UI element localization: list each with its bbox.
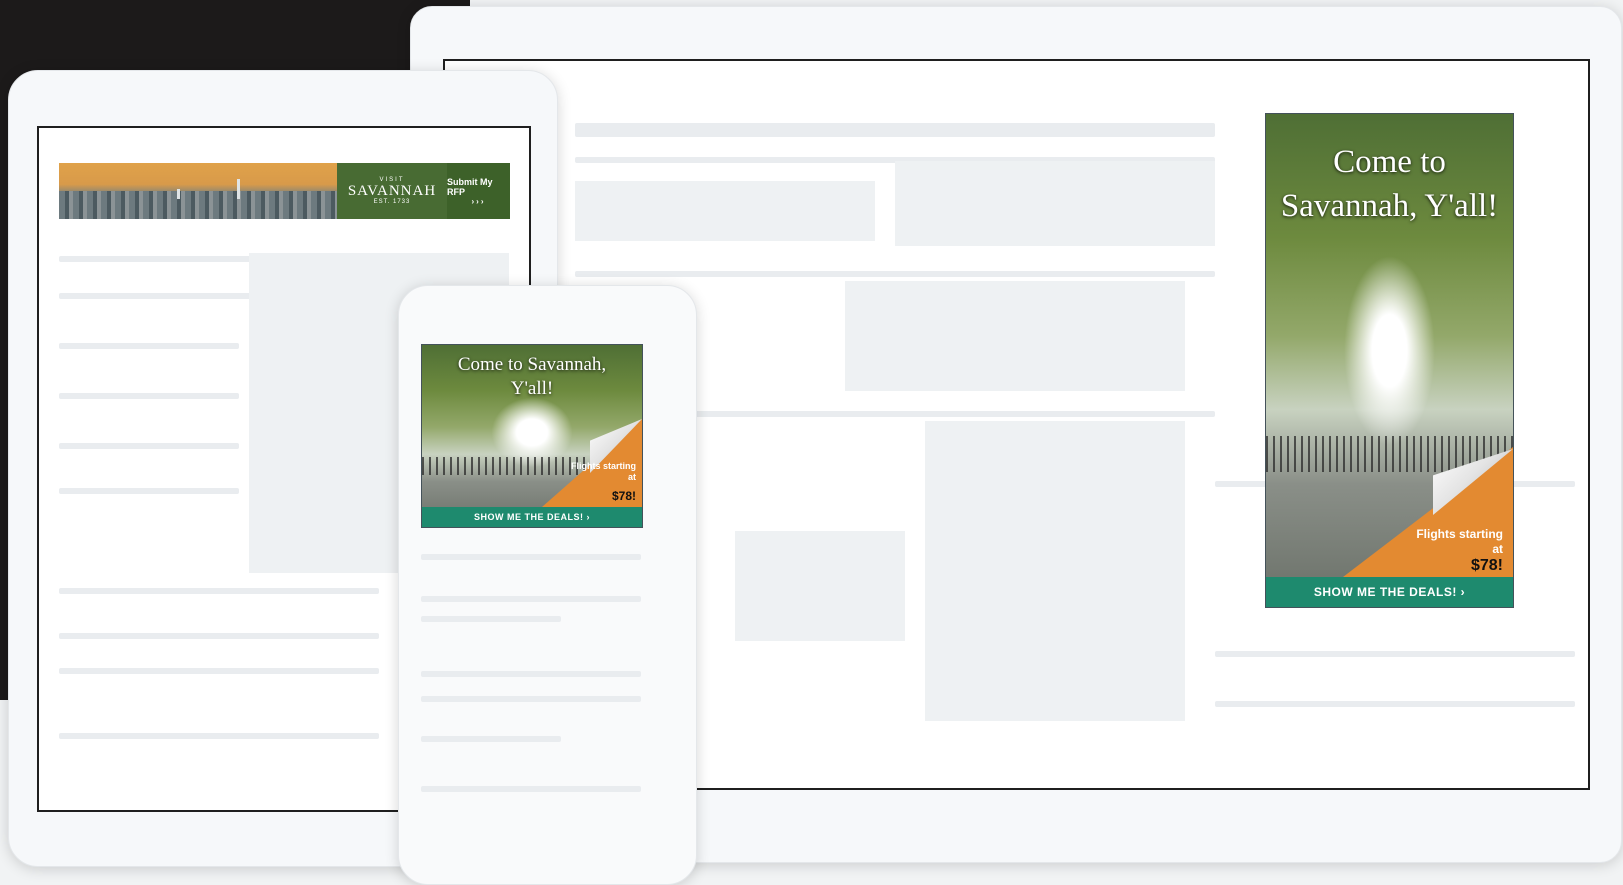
content-placeholder: [59, 488, 239, 494]
ad-skyscraper[interactable]: Come to Savannah, Y'all! Flights startin…: [1265, 113, 1514, 608]
church-spire: [177, 189, 180, 199]
phone-device: Come to Savannah, Y'all! Flights startin…: [398, 285, 697, 885]
price-label: $78!: [611, 489, 636, 503]
submit-rfp-button[interactable]: Submit My RFP ›››: [447, 163, 510, 219]
content-placeholder: [59, 443, 239, 449]
content-placeholder: [421, 554, 641, 560]
price-label: $78!: [1470, 557, 1503, 574]
church-spire: [237, 179, 240, 199]
flights-label: Flights starting at: [571, 461, 636, 482]
content-placeholder: [59, 733, 379, 739]
content-placeholder: [421, 596, 641, 602]
logo-name-text: SAVANNAH: [347, 183, 437, 199]
content-placeholder: [925, 421, 1185, 721]
content-placeholder: [59, 393, 239, 399]
content-placeholder: [59, 668, 379, 674]
content-placeholder: [735, 531, 905, 641]
content-placeholder: [575, 181, 875, 241]
content-placeholder: [421, 671, 641, 677]
content-placeholder: [1215, 701, 1575, 707]
flights-label: Flights starting at: [1416, 527, 1503, 556]
content-placeholder: [895, 161, 1215, 246]
ad-leaderboard[interactable]: VISIT SAVANNAH EST. 1733 Submit My RFP ›…: [59, 163, 510, 219]
content-placeholder: [421, 616, 561, 622]
ad-headline: Come to Savannah, Y'all!: [457, 354, 607, 399]
skyline-graphic: [59, 191, 337, 219]
content-placeholder: [845, 281, 1185, 391]
content-placeholder: [59, 588, 379, 594]
chevron-right-icon: ›››: [471, 196, 486, 206]
content-placeholder: [421, 736, 561, 742]
ad-medium-rectangle[interactable]: Come to Savannah, Y'all! Flights startin…: [421, 344, 643, 528]
ad-headline: Come to Savannah, Y'all!: [1280, 144, 1499, 224]
show-deals-button[interactable]: SHOW ME THE DEALS! ›: [422, 507, 642, 527]
visit-savannah-logo: VISIT SAVANNAH EST. 1733: [337, 163, 447, 219]
content-placeholder: [1215, 651, 1575, 657]
content-placeholder: [575, 123, 1215, 137]
content-placeholder: [59, 343, 239, 349]
content-placeholder: [59, 633, 379, 639]
show-deals-button[interactable]: SHOW ME THE DEALS! ›: [1266, 577, 1513, 607]
content-placeholder: [421, 786, 641, 792]
submit-rfp-label: Submit My RFP: [447, 176, 493, 197]
savannah-skyline-photo: [59, 163, 337, 219]
content-placeholder: [575, 271, 1215, 277]
content-placeholder: [421, 696, 641, 702]
logo-est-text: EST. 1733: [373, 199, 411, 205]
